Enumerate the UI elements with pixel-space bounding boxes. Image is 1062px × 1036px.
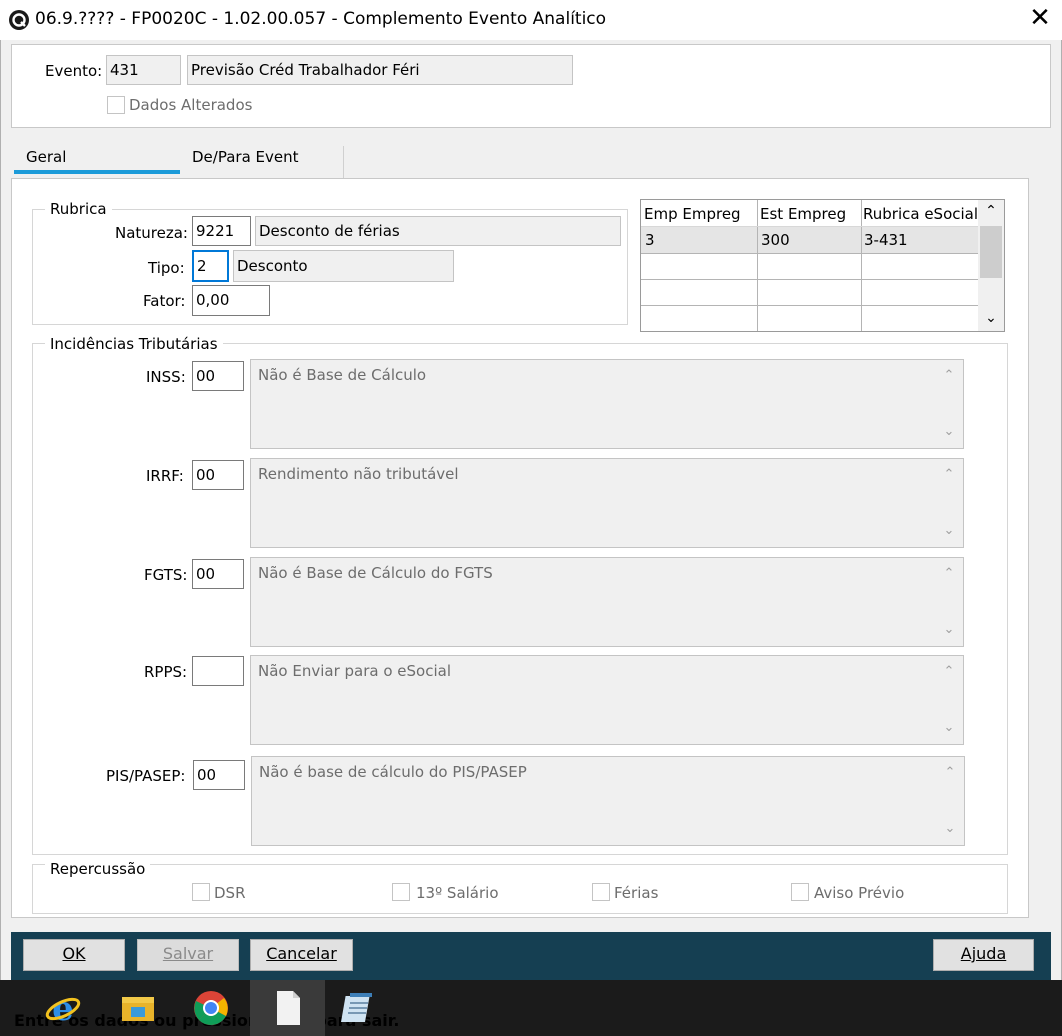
ok-button[interactable]: OK: [23, 939, 125, 971]
pis-pasep-desc-memo: Não é base de cálculo do PIS/PASEP: [251, 756, 965, 846]
inss-code-input[interactable]: 00: [192, 361, 244, 391]
window-title: 06.9.???? - FP0020C - 1.02.00.057 - Comp…: [35, 9, 607, 29]
rpps-desc-memo: Não Enviar para o eSocial: [250, 655, 964, 745]
scroll-up-icon[interactable]: ⌃: [978, 203, 1004, 219]
scroll-up-icon[interactable]: ⌃: [936, 566, 962, 581]
evento-code-field[interactable]: 431: [106, 55, 181, 85]
dsr-checkbox[interactable]: [192, 883, 210, 901]
table-row[interactable]: [641, 227, 978, 253]
grid-cell: 3: [645, 231, 655, 249]
rubrica-title: Rubrica: [45, 200, 112, 218]
natureza-label: Natureza:: [115, 224, 188, 242]
dsr-label: DSR: [214, 884, 246, 902]
ajuda-button[interactable]: Ajuda: [933, 939, 1034, 971]
ferias-checkbox[interactable]: [592, 883, 610, 901]
repercussao-title: Repercussão: [45, 860, 151, 878]
tab-geral-indicator: [14, 170, 180, 174]
grid-row-line: [641, 305, 978, 306]
close-icon[interactable]: ✕: [1018, 0, 1062, 38]
grid-cell: 300: [761, 231, 790, 249]
svg-text:e: e: [52, 989, 74, 1028]
file-explorer-icon[interactable]: [118, 988, 158, 1028]
inss-desc-memo: Não é Base de Cálculo: [250, 359, 964, 449]
rpps-label: RPPS:: [144, 663, 188, 681]
tipo-code-input[interactable]: 2: [192, 250, 229, 282]
grid-col-line: [757, 200, 758, 331]
scroll-down-icon[interactable]: ⌄: [936, 720, 962, 735]
tipo-desc-field: Desconto: [233, 250, 454, 282]
notepad-app-icon[interactable]: [340, 988, 380, 1028]
tipo-label: Tipo:: [148, 259, 185, 277]
fator-label: Fator:: [143, 292, 186, 310]
document-icon[interactable]: [268, 988, 308, 1028]
decimo-terceiro-label: 13º Salário: [416, 884, 499, 902]
chrome-icon[interactable]: [191, 988, 231, 1028]
fgts-code-input[interactable]: 00: [192, 559, 244, 589]
decimo-terceiro-checkbox[interactable]: [392, 883, 410, 901]
irrf-desc-memo: Rendimento não tributável: [250, 458, 964, 548]
dados-alterados-checkbox[interactable]: [107, 96, 125, 114]
grid-header-emp-empreg[interactable]: Emp Empreg: [644, 205, 741, 223]
scroll-up-icon[interactable]: ⌃: [936, 368, 962, 383]
natureza-desc-field: Desconto de férias: [255, 216, 621, 246]
grid-row-line: [641, 279, 978, 280]
grid-cell: 3-431: [864, 231, 908, 249]
evento-label: Evento:: [45, 62, 103, 80]
tab-divider: [343, 146, 344, 178]
grid-col-line: [861, 200, 862, 331]
fator-input[interactable]: 0,00: [192, 285, 270, 316]
scroll-down-icon[interactable]: ⌄: [937, 821, 963, 836]
grid-scroll-thumb[interactable]: [980, 226, 1002, 278]
incidencias-title: Incidências Tributárias: [45, 335, 223, 353]
tab-de-para-event[interactable]: De/Para Event: [192, 148, 299, 166]
rpps-code-input[interactable]: [192, 656, 244, 686]
irrf-code-input[interactable]: 00: [192, 460, 244, 490]
inss-label: INSS:: [146, 368, 186, 386]
scroll-up-icon[interactable]: ⌃: [937, 765, 963, 780]
cancelar-button[interactable]: Cancelar: [250, 939, 353, 971]
dados-alterados-label: Dados Alterados: [129, 96, 253, 114]
pis-pasep-label: PIS/PASEP:: [106, 767, 186, 785]
tab-content-panel-shadow: [1029, 178, 1051, 918]
grid-header-rubrica-esocial[interactable]: Rubrica eSocial: [863, 205, 978, 223]
window-left-border: [0, 40, 1, 980]
scroll-down-icon[interactable]: ⌄: [978, 310, 1004, 326]
grid-header-est-empreg[interactable]: Est Empreg: [760, 205, 846, 223]
fgts-desc-memo: Não é Base de Cálculo do FGTS: [250, 557, 964, 647]
scroll-down-icon[interactable]: ⌄: [936, 424, 962, 439]
tab-geral[interactable]: Geral: [26, 148, 66, 166]
grid-row-line: [641, 253, 978, 254]
scroll-down-icon[interactable]: ⌄: [936, 622, 962, 637]
aviso-previo-label: Aviso Prévio: [814, 884, 905, 902]
fgts-label: FGTS:: [144, 566, 188, 584]
pis-pasep-code-input[interactable]: 00: [193, 760, 245, 790]
natureza-code-input[interactable]: 9221: [192, 216, 251, 246]
scroll-up-icon[interactable]: ⌃: [936, 664, 962, 679]
scroll-down-icon[interactable]: ⌄: [936, 523, 962, 538]
grid-row-line: [641, 226, 978, 227]
ferias-label: Férias: [614, 884, 659, 902]
evento-desc-field: Previsão Créd Trabalhador Féri: [187, 55, 573, 85]
app-logo-icon: [9, 10, 29, 30]
irrf-label: IRRF:: [146, 467, 184, 485]
internet-explorer-icon[interactable]: e: [43, 988, 83, 1028]
salvar-button[interactable]: Salvar: [137, 939, 239, 971]
scroll-up-icon[interactable]: ⌃: [936, 467, 962, 482]
aviso-previo-checkbox[interactable]: [791, 883, 809, 901]
